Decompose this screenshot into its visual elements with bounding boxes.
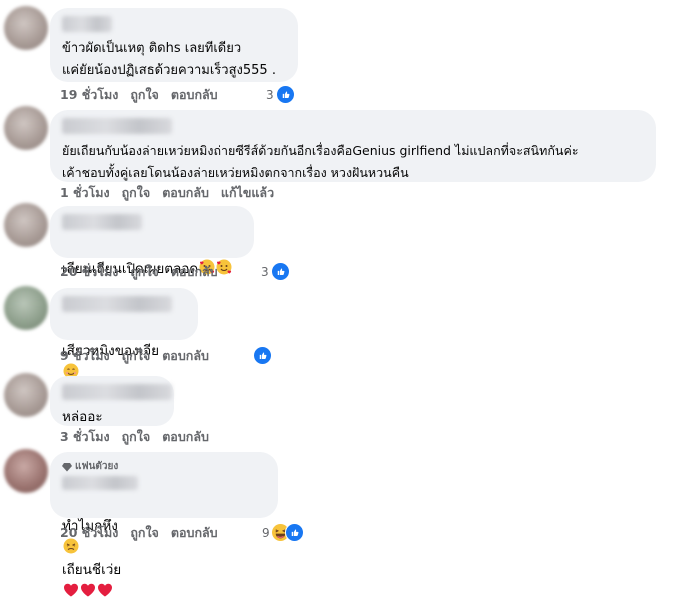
avatar[interactable] xyxy=(4,203,48,247)
avatar[interactable] xyxy=(4,286,48,330)
comment-actions: 20 ชั่วโมง ถูกใจ ตอบกลับ xyxy=(60,524,230,542)
reply-link[interactable]: ตอบกลับ xyxy=(171,85,218,105)
reaction-count: 3 xyxy=(261,264,269,279)
like-link[interactable]: ถูกใจ xyxy=(130,85,159,105)
comment-text: ข้าวผัดเป็นเหตุ ติดhs เลยทีเดียว แค่ยัยน… xyxy=(62,41,276,78)
comment-time[interactable]: 20 ชั่วโมง xyxy=(60,523,118,543)
comment-actions: 9 ชั่วโมง ถูกใจ ตอบกลับ xyxy=(60,347,221,365)
comment-bubble: เถียนเถียนเปิดเผยตลอด xyxy=(50,206,254,277)
comment-actions: 1 ชั่วโมง ถูกใจ ตอบกลับ แก้ไขแล้ว xyxy=(60,184,286,202)
comment-actions: 19 ชั่วโมง ถูกใจ ตอบกลับ xyxy=(60,86,230,104)
reply-link[interactable]: ตอบกลับ xyxy=(162,427,209,447)
comment-text: ยัยเถียนกับน้องล่ายเหว่ยหมิงถ่ายซีรีส์ด้… xyxy=(62,143,579,180)
commenter-name[interactable] xyxy=(62,384,172,400)
like-link[interactable]: ถูกใจ xyxy=(122,346,151,366)
badge-label: แฟนตัวยง xyxy=(75,461,119,472)
comment-actions: 20 ชั่วโมง ถูกใจ ตอบกลับ xyxy=(60,263,230,281)
red-heart-icon xyxy=(63,582,79,598)
comment-bubble: แฟนตัวยง ทำไมกูหึง เถียนชีเว่ย xyxy=(50,452,278,518)
reply-link[interactable]: ตอบกลับ xyxy=(171,262,218,282)
comment-time[interactable]: 3 ชั่วโมง xyxy=(60,427,110,447)
reply-link[interactable]: ตอบกลับ xyxy=(162,346,209,366)
comment-time[interactable]: 9 ชั่วโมง xyxy=(60,346,110,366)
like-link[interactable]: ถูกใจ xyxy=(130,262,159,282)
reaction-summary[interactable] xyxy=(253,346,272,365)
like-icon xyxy=(284,523,304,542)
like-link[interactable]: ถูกใจ xyxy=(122,183,151,203)
reaction-count: 9 xyxy=(262,525,270,540)
red-heart-icon xyxy=(97,582,113,598)
comment-time[interactable]: 19 ชั่วโมง xyxy=(60,85,118,105)
reaction-count: 3 xyxy=(266,87,274,102)
comment-bubble: ข้าวผัดเป็นเหตุ ติดhs เลยทีเดียว แค่ยัยน… xyxy=(50,8,298,82)
like-icon xyxy=(275,85,295,104)
like-icon xyxy=(270,262,290,281)
reaction-summary[interactable]: 3 xyxy=(261,262,290,281)
commenter-name[interactable] xyxy=(62,214,142,230)
comment-bubble: หล่ออะ xyxy=(50,376,174,426)
reply-link[interactable]: ตอบกลับ xyxy=(171,523,218,543)
avatar[interactable] xyxy=(4,6,48,50)
commenter-name[interactable] xyxy=(62,476,138,490)
avatar[interactable] xyxy=(4,449,48,493)
avatar[interactable] xyxy=(4,106,48,150)
reaction-summary[interactable]: 9 xyxy=(262,523,304,542)
like-link[interactable]: ถูกใจ xyxy=(130,523,159,543)
commenter-name[interactable] xyxy=(62,118,172,134)
comment-time[interactable]: 20 ชั่วโมง xyxy=(60,262,118,282)
top-fan-badge[interactable]: แฟนตัวยง xyxy=(62,460,266,474)
comment-actions: 3 ชั่วโมง ถูกใจ ตอบกลับ xyxy=(60,428,221,446)
comment-text-tail: เถียนชีเว่ย xyxy=(62,562,122,578)
like-icon xyxy=(253,346,272,365)
comment-bubble: เสียวหมิงของเจีย xyxy=(50,288,198,340)
diamond-icon xyxy=(62,463,72,472)
edited-label[interactable]: แก้ไขแล้ว xyxy=(221,183,274,203)
red-heart-icon xyxy=(80,582,96,598)
comment-text: ทำไมกูหึง เถียนชีเว่ย xyxy=(62,493,266,603)
avatar[interactable] xyxy=(4,373,48,417)
comment-time[interactable]: 1 ชั่วโมง xyxy=(60,183,110,203)
like-link[interactable]: ถูกใจ xyxy=(122,427,151,447)
reaction-summary[interactable]: 3 xyxy=(266,85,295,104)
comment-text: หล่ออะ xyxy=(62,409,103,425)
commenter-name[interactable] xyxy=(62,296,172,312)
reply-link[interactable]: ตอบกลับ xyxy=(162,183,209,203)
comment-bubble: ยัยเถียนกับน้องล่ายเหว่ยหมิงถ่ายซีรีส์ด้… xyxy=(50,110,656,182)
commenter-name[interactable] xyxy=(62,16,112,32)
